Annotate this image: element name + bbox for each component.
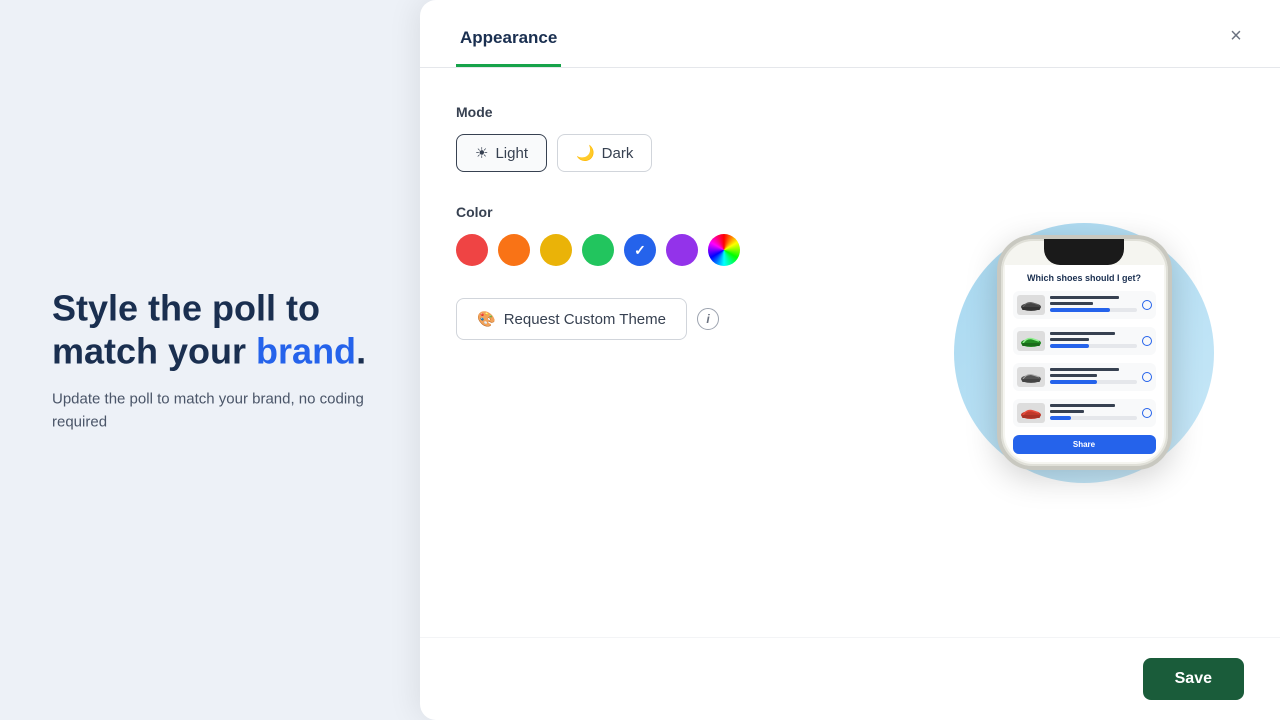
hero-description: Update the poll to match your brand, no … — [52, 389, 392, 434]
poll-text-line — [1050, 404, 1115, 407]
poll-text-line — [1050, 296, 1120, 299]
poll-bar-bg — [1050, 416, 1137, 420]
shoe-image-2 — [1017, 331, 1045, 351]
moon-icon: 🌙 — [576, 144, 595, 162]
custom-theme-label: Request Custom Theme — [504, 311, 666, 328]
tab-appearance[interactable]: Appearance — [456, 28, 561, 67]
poll-item-content-1 — [1050, 296, 1137, 314]
modal-footer: Save — [420, 637, 1280, 720]
swatch-red[interactable] — [456, 234, 488, 266]
poll-item-content-4 — [1050, 404, 1137, 422]
custom-theme-row: 🎨 Request Custom Theme i — [456, 298, 884, 340]
swatch-green[interactable] — [582, 234, 614, 266]
poll-item — [1013, 399, 1156, 427]
settings-area: Mode ☀ Light 🌙 Dark Color — [456, 104, 884, 601]
poll-radio — [1142, 336, 1152, 346]
poll-bar — [1050, 380, 1098, 384]
poll-item — [1013, 363, 1156, 391]
close-button[interactable]: × — [1220, 20, 1252, 52]
poll-text-line — [1050, 338, 1089, 341]
palette-icon: 🎨 — [477, 310, 496, 328]
poll-bar-bg — [1050, 308, 1137, 312]
poll-text-line — [1050, 368, 1120, 371]
phone-preview: Which shoes should I get? — [924, 104, 1244, 601]
share-button[interactable]: Share — [1013, 435, 1156, 454]
phone-notch — [1044, 239, 1124, 265]
modal-header: Appearance × — [420, 0, 1280, 68]
poll-item — [1013, 291, 1156, 319]
dark-mode-button[interactable]: 🌙 Dark — [557, 134, 652, 172]
poll-bar — [1050, 416, 1072, 420]
phone-screen: Which shoes should I get? — [1005, 265, 1164, 462]
poll-item — [1013, 327, 1156, 355]
color-section: Color — [456, 204, 884, 266]
swatch-rainbow[interactable] — [708, 234, 740, 266]
color-swatches — [456, 234, 884, 266]
shoe-image-3 — [1017, 367, 1045, 387]
info-icon[interactable]: i — [697, 308, 719, 330]
poll-radio — [1142, 408, 1152, 418]
shoe-image-1 — [1017, 295, 1045, 315]
mode-buttons: ☀ Light 🌙 Dark — [456, 134, 884, 172]
phone-frame: Which shoes should I get? — [997, 235, 1172, 470]
sun-icon: ☀ — [475, 144, 488, 162]
mode-label: Mode — [456, 104, 884, 120]
left-panel: Style the poll to match your brand. Upda… — [52, 286, 392, 433]
swatch-orange[interactable] — [498, 234, 530, 266]
custom-theme-button[interactable]: 🎨 Request Custom Theme — [456, 298, 687, 340]
poll-item-content-2 — [1050, 332, 1137, 350]
dark-mode-label: Dark — [602, 145, 634, 162]
modal-tabs: Appearance — [456, 28, 1244, 67]
swatch-blue[interactable] — [624, 234, 656, 266]
light-mode-button[interactable]: ☀ Light — [456, 134, 547, 172]
shoe-image-4 — [1017, 403, 1045, 423]
save-button[interactable]: Save — [1143, 658, 1244, 700]
poll-radio — [1142, 372, 1152, 382]
modal-body: Mode ☀ Light 🌙 Dark Color — [420, 68, 1280, 637]
poll-bar — [1050, 344, 1089, 348]
poll-text-line — [1050, 302, 1094, 305]
light-mode-label: Light — [495, 145, 528, 162]
poll-radio — [1142, 300, 1152, 310]
poll-bar-bg — [1050, 344, 1137, 348]
poll-text-line — [1050, 332, 1115, 335]
poll-question: Which shoes should I get? — [1013, 273, 1156, 283]
poll-text-line — [1050, 374, 1098, 377]
mode-section: Mode ☀ Light 🌙 Dark — [456, 104, 884, 172]
hero-heading: Style the poll to match your brand. — [52, 286, 392, 372]
color-label: Color — [456, 204, 884, 220]
swatch-yellow[interactable] — [540, 234, 572, 266]
poll-bar-bg — [1050, 380, 1137, 384]
poll-item-content-3 — [1050, 368, 1137, 386]
poll-bar — [1050, 308, 1111, 312]
poll-text-line — [1050, 410, 1085, 413]
swatch-purple[interactable] — [666, 234, 698, 266]
appearance-modal: Appearance × Mode ☀ Light 🌙 Dark — [420, 0, 1280, 720]
